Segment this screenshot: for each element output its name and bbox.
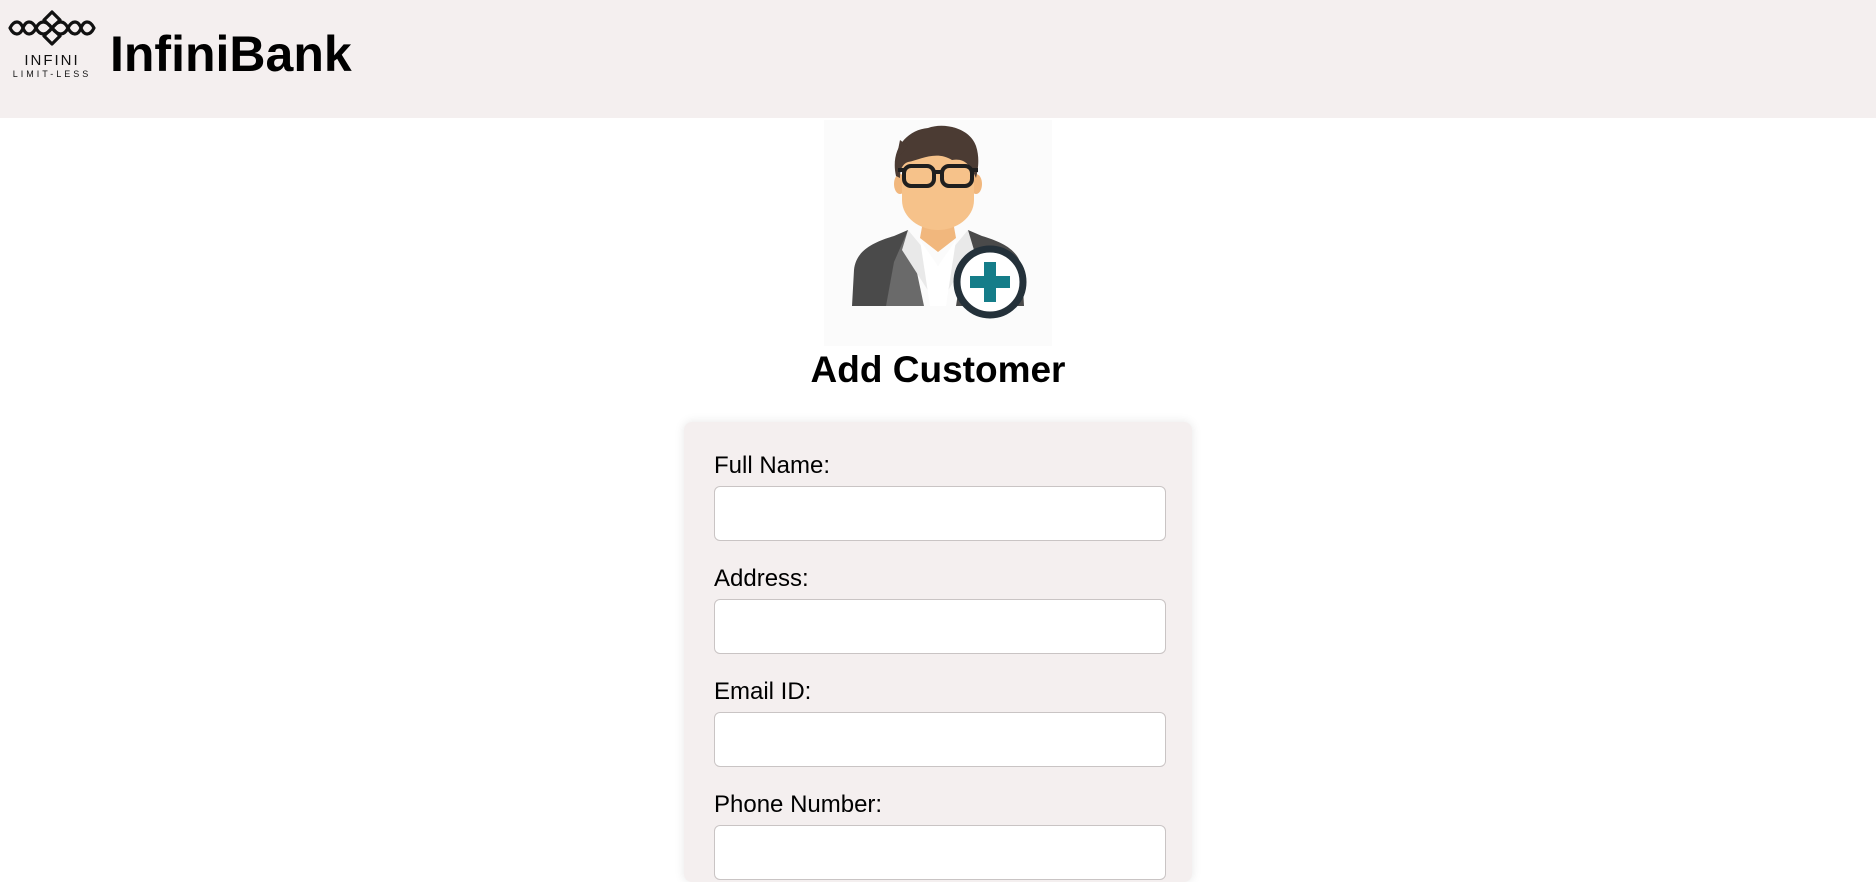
address-field: Address: (714, 565, 1166, 654)
add-customer-icon (824, 120, 1052, 346)
phone-field: Phone Number: (714, 791, 1166, 880)
full-name-label: Full Name: (714, 452, 831, 479)
logo-wordmark: INFINI (24, 52, 80, 69)
address-input[interactable] (714, 599, 1166, 654)
logo-tagline: LIMIT-LESS (12, 69, 92, 79)
address-label: Address: (714, 565, 809, 592)
phone-label: Phone Number: (714, 791, 883, 818)
infini-logo-icon (8, 10, 96, 46)
email-input[interactable] (714, 712, 1166, 767)
email-label: Email ID: (714, 678, 812, 705)
page-title: Add Customer (810, 349, 1066, 390)
header-bar: INFINI LIMIT-LESS InfiniBank (0, 0, 1876, 118)
infini-logo: INFINI LIMIT-LESS (6, 8, 98, 82)
add-customer-form: Full Name: Address: Email ID: Phone Numb… (684, 422, 1192, 882)
email-field: Email ID: (714, 678, 1166, 767)
brand-name: InfiniBank (110, 26, 352, 82)
full-name-input[interactable] (714, 486, 1166, 541)
full-name-field: Full Name: (714, 452, 1166, 541)
phone-input[interactable] (714, 825, 1166, 880)
